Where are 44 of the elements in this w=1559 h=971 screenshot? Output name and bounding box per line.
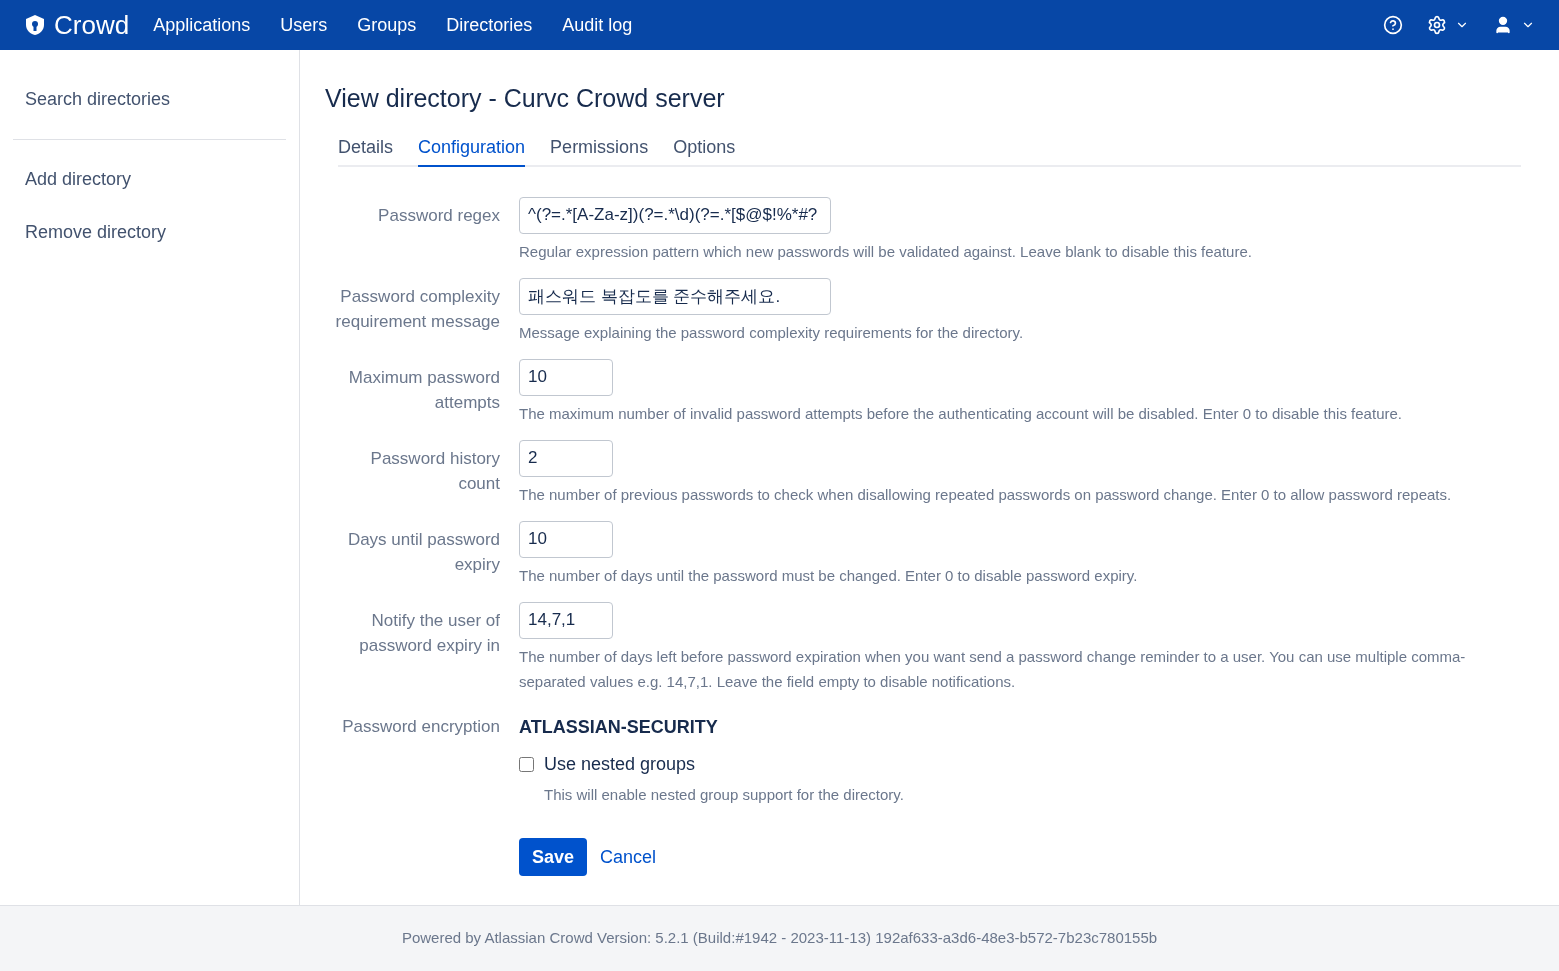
- input-field[interactable]: 10: [519, 358, 613, 396]
- input-field[interactable]: 10: [519, 520, 613, 558]
- field-label: Password history count: [370, 448, 500, 493]
- sidebar-link[interactable]: Remove directory: [13, 219, 286, 246]
- tab[interactable]: Options: [673, 133, 736, 167]
- help-text: This will enable nested group support for the directory.: [544, 784, 905, 805]
- sidebar-link[interactable]: Search directories: [13, 86, 286, 113]
- app-logo[interactable]: Crowd: [54, 5, 130, 45]
- checkbox-label: Use nested groups: [544, 752, 696, 776]
- input-field[interactable]: 14,7,1: [519, 601, 613, 639]
- help-text: Message explaining the password complexity requirements for the directory.: [519, 322, 1025, 343]
- input-field[interactable]: ^(?=.*[A-Za-z])(?=.*\d)(?=.*[$@$!%*#?: [519, 196, 831, 234]
- help-text: The number of days until the password must be changed. Enter 0 to disable password expiry.: [519, 565, 1139, 586]
- page-title: View directory - Curvc Crowd server: [325, 83, 726, 114]
- field-label: Password encryption: [342, 716, 500, 736]
- help-text: The number of previous passwords to check when disallowing repeated passwords on password change. Enter 0 to allow password repeats.: [519, 484, 1453, 505]
- user-icon[interactable]: [1493, 15, 1513, 35]
- settings-icon[interactable]: [1427, 15, 1447, 35]
- field-label: Notify the user of password expiry in: [359, 610, 500, 655]
- checkbox[interactable]: [519, 756, 534, 772]
- nav-link[interactable]: Audit log: [562, 11, 633, 39]
- shield-logo-icon: [24, 14, 46, 36]
- nav-link[interactable]: Groups: [357, 11, 417, 39]
- tab[interactable]: Permissions: [550, 133, 649, 167]
- help-icon[interactable]: [1383, 15, 1403, 35]
- help-text: Regular expression pattern which new passwords will be validated against. Leave blank to disable this feature.: [519, 241, 1253, 262]
- save-button[interactable]: Save: [519, 838, 588, 876]
- input-field[interactable]: 2: [519, 439, 613, 477]
- tab[interactable]: Details: [338, 133, 394, 167]
- field-label: Password regex: [378, 205, 500, 225]
- field-label: Days until password expiry: [347, 529, 500, 574]
- sidebar-link[interactable]: Add directory: [13, 166, 286, 193]
- nav-link[interactable]: Directories: [446, 11, 533, 39]
- footer-text: Powered by Atlassian Crowd Version: 5.2.1 (Build:#1942 - 2023-11-13) 192af633-a3d6-48e3-b572-7b23c780155b: [401, 928, 1158, 949]
- field-label: Maximum password attempts: [348, 367, 500, 412]
- cancel-link[interactable]: Cancel: [600, 843, 657, 871]
- help-text: The number of days left before password expiration when you want send a password change reminder to a user. You can use multiple comma-separated values e.g. 14,7,1. Leave the field empty to disable notifications.: [519, 646, 1467, 692]
- static-value: ATLASSIAN-SECURITY: [519, 715, 719, 739]
- nav-link[interactable]: Applications: [153, 11, 251, 39]
- input-field[interactable]: 패스워드 복잡도를 준수해주세요.: [519, 277, 831, 315]
- tab[interactable]: Configuration: [418, 133, 526, 167]
- nav-link[interactable]: Users: [280, 11, 328, 39]
- field-label: Password complexity requirement message: [335, 286, 500, 331]
- help-text: The maximum number of invalid password attempts before the authenticating account will be disabled. Enter 0 to disable this feature.: [519, 403, 1403, 424]
